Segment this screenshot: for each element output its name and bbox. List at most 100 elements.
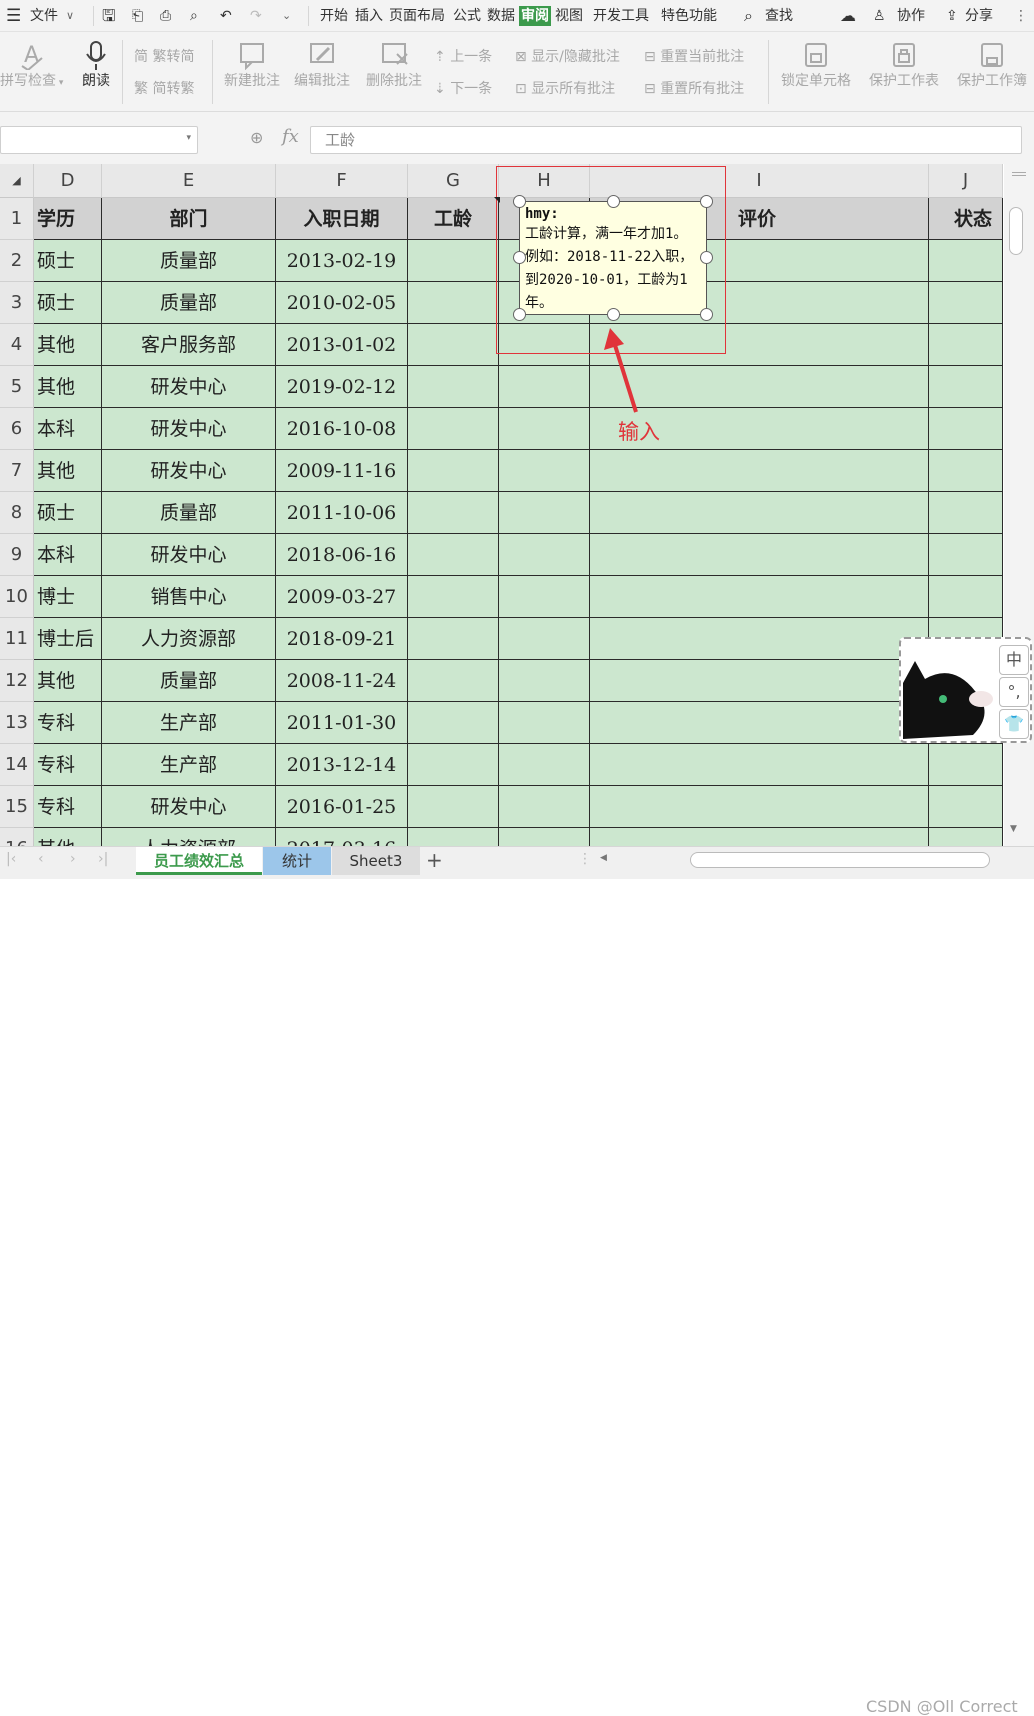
ime-language-button[interactable]: 中: [999, 645, 1029, 675]
table-cell[interactable]: 质量部: [102, 240, 276, 282]
row-header-10[interactable]: 10: [0, 576, 34, 618]
header-cell-G[interactable]: 工龄: [408, 198, 499, 240]
ime-widget[interactable]: 中 °, 👕: [899, 637, 1032, 743]
ime-punctuation-button[interactable]: °,: [999, 677, 1029, 707]
table-cell[interactable]: 2013-12-14: [276, 744, 408, 786]
table-cell[interactable]: 其他: [34, 828, 102, 846]
edit-comment-button[interactable]: 编辑批注: [290, 40, 354, 90]
table-cell[interactable]: [408, 450, 499, 492]
more-icon[interactable]: ⋮: [1014, 6, 1028, 26]
first-sheet-icon[interactable]: |‹: [6, 851, 16, 867]
delete-comment-button[interactable]: 删除批注: [362, 40, 426, 90]
table-cell[interactable]: 研发中心: [102, 786, 276, 828]
table-cell[interactable]: [590, 786, 929, 828]
table-cell[interactable]: 其他: [34, 660, 102, 702]
cell-comment[interactable]: hmy: 工龄计算，满一年才加1。例如：2018-11-22入职，到2020-1…: [519, 201, 707, 315]
table-cell[interactable]: [499, 492, 590, 534]
table-cell[interactable]: 硕士: [34, 282, 102, 324]
table-cell[interactable]: 2010-02-05: [276, 282, 408, 324]
row-header-9[interactable]: 9: [0, 534, 34, 576]
table-cell[interactable]: [929, 408, 1003, 450]
protect-workbook-button[interactable]: 保护工作簿: [950, 40, 1034, 90]
table-cell[interactable]: 2018-06-16: [276, 534, 408, 576]
table-cell[interactable]: [929, 576, 1003, 618]
show-hide-comment-button[interactable]: ⊠ 显示/隐藏批注: [515, 46, 620, 66]
chevron-down-icon[interactable]: ∨: [66, 6, 74, 26]
collab-icon[interactable]: ♙: [873, 6, 886, 26]
table-cell[interactable]: 研发中心: [102, 366, 276, 408]
resize-handle[interactable]: [513, 308, 526, 321]
table-cell[interactable]: 专科: [34, 702, 102, 744]
table-cell[interactable]: [499, 702, 590, 744]
column-header-F[interactable]: F: [276, 164, 408, 198]
row-header-5[interactable]: 5: [0, 366, 34, 408]
table-cell[interactable]: [590, 618, 929, 660]
sheet-tab-performance[interactable]: 员工绩效汇总: [136, 847, 262, 875]
tab-developer[interactable]: 开发工具: [593, 6, 649, 26]
customize-icon[interactable]: ⌄: [282, 6, 291, 26]
row-header-16[interactable]: 16: [0, 828, 34, 846]
table-cell[interactable]: [929, 786, 1003, 828]
table-cell[interactable]: 生产部: [102, 702, 276, 744]
row-header-2[interactable]: 2: [0, 240, 34, 282]
hamburger-icon[interactable]: ☰: [6, 6, 21, 26]
resize-handle[interactable]: [700, 308, 713, 321]
split-handle[interactable]: [1012, 172, 1026, 176]
ime-skin-button[interactable]: 👕: [999, 709, 1029, 739]
tab-home[interactable]: 开始: [320, 6, 348, 26]
table-cell[interactable]: 人力资源部: [102, 828, 276, 846]
table-cell[interactable]: 2016-10-08: [276, 408, 408, 450]
table-cell[interactable]: [929, 450, 1003, 492]
redo-icon[interactable]: ↷: [250, 6, 262, 26]
output-icon[interactable]: ⎗: [132, 6, 143, 26]
table-cell[interactable]: [499, 450, 590, 492]
scroll-left-icon[interactable]: ◀: [600, 853, 607, 863]
tab-split-handle[interactable]: ⋮: [578, 851, 592, 867]
table-cell[interactable]: 其他: [34, 450, 102, 492]
protect-sheet-button[interactable]: 保护工作表: [864, 40, 944, 90]
table-cell[interactable]: [499, 576, 590, 618]
table-cell[interactable]: 本科: [34, 534, 102, 576]
table-cell[interactable]: 客户服务部: [102, 324, 276, 366]
table-cell[interactable]: [499, 786, 590, 828]
table-cell[interactable]: [408, 576, 499, 618]
table-cell[interactable]: 博士后: [34, 618, 102, 660]
search-icon[interactable]: ⌕: [744, 6, 753, 26]
table-cell[interactable]: [408, 744, 499, 786]
fx-icon[interactable]: fx: [282, 126, 299, 147]
table-cell[interactable]: [499, 618, 590, 660]
cloud-icon[interactable]: ☁: [840, 6, 856, 26]
table-cell[interactable]: [408, 534, 499, 576]
header-cell-E[interactable]: 部门: [102, 198, 276, 240]
trad-to-simp-button[interactable]: 简 繁转简: [134, 46, 194, 66]
new-comment-button[interactable]: 新建批注: [220, 40, 284, 90]
tab-data[interactable]: 数据: [487, 6, 515, 26]
table-cell[interactable]: [929, 492, 1003, 534]
show-all-comments-button[interactable]: ⊡ 显示所有批注: [515, 78, 615, 98]
table-cell[interactable]: [408, 702, 499, 744]
select-all-corner[interactable]: ◢: [0, 164, 34, 198]
table-cell[interactable]: 硕士: [34, 240, 102, 282]
column-header-D[interactable]: D: [34, 164, 102, 198]
table-cell[interactable]: 2013-02-19: [276, 240, 408, 282]
table-cell[interactable]: 2013-01-02: [276, 324, 408, 366]
tab-special-features[interactable]: 特色功能: [661, 6, 717, 26]
table-cell[interactable]: 专科: [34, 786, 102, 828]
table-cell[interactable]: [499, 366, 590, 408]
table-cell[interactable]: [499, 744, 590, 786]
table-cell[interactable]: [929, 324, 1003, 366]
column-header-G[interactable]: G: [408, 164, 499, 198]
table-cell[interactable]: [499, 660, 590, 702]
table-cell[interactable]: 人力资源部: [102, 618, 276, 660]
table-cell[interactable]: 2011-01-30: [276, 702, 408, 744]
table-cell[interactable]: [929, 828, 1003, 846]
tab-review[interactable]: 审阅: [519, 6, 551, 26]
table-cell[interactable]: [408, 408, 499, 450]
table-cell[interactable]: 研发中心: [102, 408, 276, 450]
table-cell[interactable]: 其他: [34, 366, 102, 408]
name-box[interactable]: ▾: [0, 126, 198, 154]
column-header-J[interactable]: J: [929, 164, 1003, 198]
table-cell[interactable]: [590, 492, 929, 534]
table-cell[interactable]: 2016-01-25: [276, 786, 408, 828]
table-cell[interactable]: [590, 744, 929, 786]
